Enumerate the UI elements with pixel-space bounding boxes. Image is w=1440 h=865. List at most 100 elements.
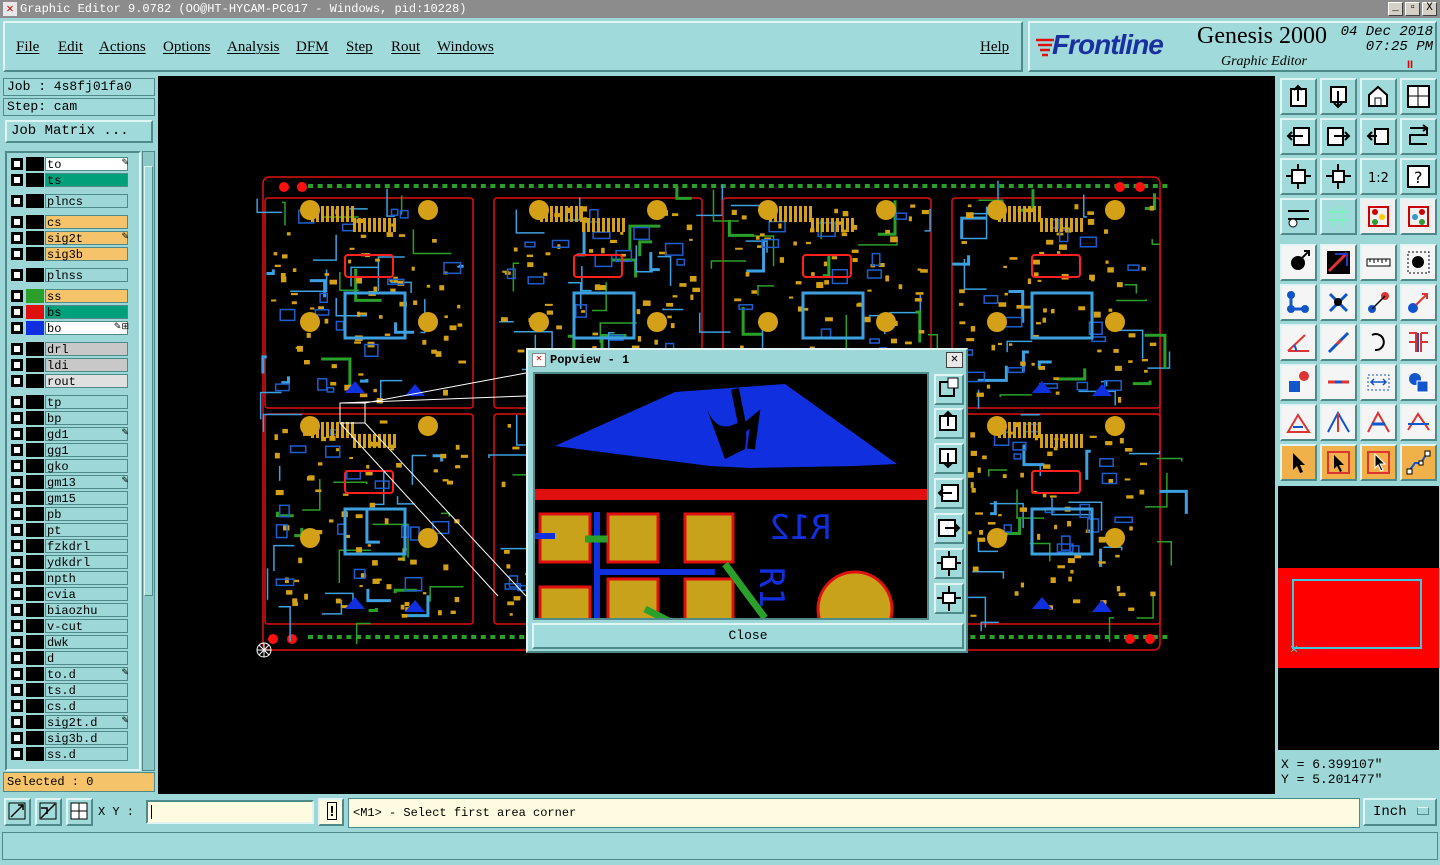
layer-color-swatch[interactable] — [26, 247, 44, 261]
layer-checkbox[interactable] — [11, 620, 23, 632]
layer-row-sig2t.d[interactable]: sig2t.d ✎ — [9, 715, 131, 730]
layer-checkbox[interactable] — [11, 396, 23, 408]
layer-color-swatch[interactable] — [26, 699, 44, 713]
layer-row-dwk[interactable]: dwk — [9, 635, 131, 650]
layer-checkbox[interactable] — [11, 343, 23, 355]
layer-row-ss.d[interactable]: ss.d — [9, 747, 131, 762]
layer-checkbox[interactable] — [11, 508, 23, 520]
layer-name[interactable]: dwk — [45, 635, 128, 650]
layer-row-biaozhu[interactable]: biaozhu — [9, 603, 131, 618]
pad-to-pad-button[interactable] — [1360, 284, 1397, 321]
layer-color-swatch[interactable] — [26, 507, 44, 521]
layer-checkbox[interactable] — [11, 668, 23, 680]
layer-name[interactable]: cvia — [45, 587, 128, 602]
layer-color-swatch[interactable] — [26, 358, 44, 372]
layer-checkbox[interactable] — [11, 492, 23, 504]
menu-rout[interactable]: Rout — [391, 39, 420, 56]
layer-name[interactable]: tp — [45, 395, 128, 410]
minimize-button[interactable]: _ — [1388, 2, 1403, 16]
layer-name[interactable]: drl — [45, 342, 128, 357]
layer-row-sig3b.d[interactable]: sig3b.d — [9, 731, 131, 746]
layer-row-gm13[interactable]: gm13 ✎ — [9, 475, 131, 490]
menu-analysis[interactable]: Analysis — [227, 39, 280, 56]
drag-pad-button[interactable] — [1400, 284, 1437, 321]
layer-checkbox[interactable] — [11, 700, 23, 712]
layer-name[interactable]: sig2t.d — [45, 715, 128, 730]
layer-name[interactable]: v-cut — [45, 619, 128, 634]
layers-select-button[interactable] — [1400, 198, 1437, 235]
layer-name[interactable]: gm15 — [45, 491, 128, 506]
layer-name[interactable]: pb — [45, 507, 128, 522]
menu-edit[interactable]: Edit — [58, 39, 83, 56]
dot-button[interactable] — [1400, 244, 1437, 281]
popview-center-button[interactable] — [934, 583, 964, 614]
layer-row-cs.d[interactable]: cs.d — [9, 699, 131, 714]
maximize-button[interactable]: ▫ — [1405, 2, 1420, 16]
pad-select-button[interactable] — [1280, 364, 1317, 401]
cursor-select-button[interactable] — [1320, 444, 1357, 481]
layer-color-swatch[interactable] — [26, 651, 44, 665]
layer-name[interactable]: ldi — [45, 358, 128, 373]
layer-name[interactable]: plncs — [45, 194, 128, 209]
layer-name[interactable]: sig2t — [45, 231, 128, 246]
layer-row-to[interactable]: to ✎ — [9, 157, 131, 172]
layer-checkbox[interactable] — [11, 306, 23, 318]
layer-checkbox[interactable] — [11, 375, 23, 387]
layer-color-swatch[interactable] — [26, 475, 44, 489]
layer-checkbox[interactable] — [11, 572, 23, 584]
layer-checkbox[interactable] — [11, 174, 23, 186]
layer-name[interactable]: npth — [45, 571, 128, 586]
center-button[interactable] — [1320, 158, 1357, 195]
cursor-multi-button[interactable] — [1360, 444, 1397, 481]
layer-name[interactable]: biaozhu — [45, 603, 128, 618]
menu-actions[interactable]: Actions — [99, 39, 146, 56]
fit-screen-button[interactable] — [1280, 158, 1317, 195]
popview-canvas[interactable]: R12 R1 — [533, 372, 929, 648]
scrollbar-thumb[interactable] — [144, 166, 153, 596]
layer-checkbox[interactable] — [11, 216, 23, 228]
layer-color-swatch[interactable] — [26, 571, 44, 585]
select-net-button[interactable] — [1280, 284, 1317, 321]
measure-button[interactable] — [1280, 198, 1317, 235]
angle-button[interactable] — [1280, 324, 1317, 361]
layer-checkbox[interactable] — [11, 248, 23, 260]
layer-checkbox[interactable] — [11, 684, 23, 696]
layer-checkbox[interactable] — [11, 444, 23, 456]
layer-checkbox[interactable] — [11, 588, 23, 600]
layer-row-gm15[interactable]: gm15 — [9, 491, 131, 506]
cursor-button[interactable] — [1280, 444, 1317, 481]
layer-checkbox[interactable] — [11, 269, 23, 281]
layer-row-bs[interactable]: bs — [9, 305, 131, 320]
layer-color-swatch[interactable] — [26, 374, 44, 388]
layer-color-swatch[interactable] — [26, 667, 44, 681]
layer-checkbox[interactable] — [11, 476, 23, 488]
layer-name[interactable]: gko — [45, 459, 128, 474]
grid-button[interactable] — [66, 798, 93, 826]
menu-help[interactable]: Help — [980, 39, 1009, 56]
layer-row-ts.d[interactable]: ts.d — [9, 683, 131, 698]
layer-name[interactable]: to.d — [45, 667, 128, 682]
layer-color-swatch[interactable] — [26, 603, 44, 617]
layer-name[interactable]: ts.d — [45, 683, 128, 698]
menu-step[interactable]: Step — [346, 39, 373, 56]
zoom-window-button[interactable] — [1400, 78, 1437, 115]
layer-checkbox[interactable] — [11, 290, 23, 302]
popview-fit-button[interactable] — [934, 548, 964, 579]
popview-close-icon[interactable]: ✕ — [946, 352, 963, 368]
layer-color-swatch[interactable] — [26, 555, 44, 569]
layer-name[interactable]: ss.d — [45, 747, 128, 762]
layer-row-sig2t[interactable]: sig2t ✎ — [9, 231, 131, 246]
layer-color-swatch[interactable] — [26, 173, 44, 187]
pan-left-button[interactable] — [1280, 118, 1317, 155]
job-matrix-button[interactable]: Job Matrix ... — [5, 120, 153, 143]
layer-checkbox[interactable] — [11, 232, 23, 244]
popview-pan-right-button[interactable] — [934, 513, 964, 544]
layer-name[interactable]: gd1 — [45, 427, 128, 442]
fit-side-button[interactable] — [1400, 324, 1437, 361]
menu-file[interactable]: File — [16, 39, 39, 56]
line-mid-button[interactable] — [1320, 364, 1357, 401]
layer-checkbox[interactable] — [11, 748, 23, 760]
layer-checkbox[interactable] — [11, 460, 23, 472]
cross-button[interactable] — [1320, 284, 1357, 321]
layer-row-ydkdrl[interactable]: ydkdrl — [9, 555, 131, 570]
